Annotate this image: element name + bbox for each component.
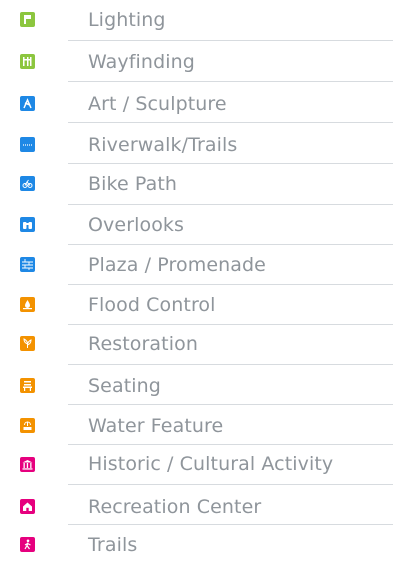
legend-item-trails: Trails xyxy=(0,524,393,564)
legend-item-lighting: Lighting xyxy=(0,0,393,41)
legend-item-seating: Seating xyxy=(0,364,393,405)
lighting-icon xyxy=(20,12,35,27)
legend-label: Historic / Cultural Activity xyxy=(88,453,334,475)
legend-item-riverwalk-trails: Riverwalk/Trails xyxy=(0,123,393,164)
recreation-center-icon xyxy=(20,499,35,514)
legend-item-flood-control: Flood Control xyxy=(0,284,393,325)
legend-label: Water Feature xyxy=(88,415,224,437)
legend-item-restoration: Restoration xyxy=(0,324,393,365)
legend-item-historic-cultural: Historic / Cultural Activity xyxy=(0,444,393,485)
legend-label: Recreation Center xyxy=(88,496,262,518)
legend-label: Plaza / Promenade xyxy=(88,254,266,276)
legend-item-overlooks: Overlooks xyxy=(0,204,393,245)
legend-item-plaza-promenade: Plaza / Promenade xyxy=(0,244,393,285)
map-legend: Lighting Wayfinding Art / Sculpture Rive… xyxy=(0,0,393,561)
legend-label: Art / Sculpture xyxy=(88,93,227,115)
legend-label: Wayfinding xyxy=(88,51,195,73)
plaza-icon xyxy=(20,257,35,272)
legend-label: Trails xyxy=(88,534,138,556)
legend-label: Flood Control xyxy=(88,294,216,316)
flood-control-icon xyxy=(20,297,35,312)
legend-item-water-feature: Water Feature xyxy=(0,404,393,445)
legend-label: Restoration xyxy=(88,333,198,355)
legend-item-wayfinding: Wayfinding xyxy=(0,41,393,82)
legend-item-art-sculpture: Art / Sculpture xyxy=(0,82,393,123)
restoration-icon xyxy=(20,336,35,351)
wayfinding-icon xyxy=(20,54,35,69)
legend-label: Seating xyxy=(88,375,161,397)
bike-icon xyxy=(20,176,35,191)
water-feature-icon xyxy=(20,418,35,433)
legend-label: Riverwalk/Trails xyxy=(88,134,238,156)
binoculars-icon xyxy=(20,217,35,232)
riverwalk-icon xyxy=(20,137,35,152)
seating-icon xyxy=(20,378,35,393)
legend-item-bike-path: Bike Path xyxy=(0,164,393,205)
legend-item-recreation-center: Recreation Center xyxy=(0,484,393,525)
legend-label: Lighting xyxy=(88,9,166,31)
hiker-icon xyxy=(20,537,35,552)
art-sculpture-icon xyxy=(20,96,35,111)
legend-label: Bike Path xyxy=(88,173,178,195)
historic-icon xyxy=(20,457,35,472)
legend-label: Overlooks xyxy=(88,214,185,236)
